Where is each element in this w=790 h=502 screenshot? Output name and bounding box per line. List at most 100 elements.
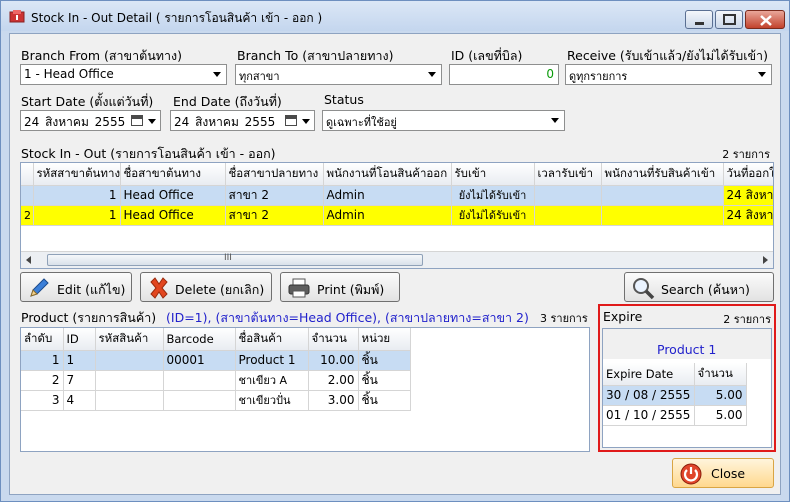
table-cell: Head Office [120, 185, 226, 206]
table-cell: 4 [63, 390, 96, 411]
title-bar[interactable]: Stock In - Out Detail ( รายการโอนสินค้า … [1, 1, 789, 31]
table-cell: 10.00 [308, 350, 359, 371]
stock-grid-count: 2 รายการ [722, 148, 770, 161]
column-header[interactable]: รหัสสาขาต้นทาง [33, 163, 121, 186]
column-header[interactable]: ชื่อสาขาปลายทาง [225, 163, 324, 186]
column-header[interactable]: วันที่ออกใบ [723, 163, 773, 186]
id-field[interactable]: 0 [449, 64, 559, 85]
expire-grid-header: Expire Date จำนวน [603, 363, 747, 386]
scroll-right-icon[interactable] [763, 256, 768, 264]
close-icon [760, 15, 772, 26]
product-grid[interactable]: ลำดับ ID รหัสสินค้า Barcode ชื่อสินค้า จ… [20, 327, 590, 452]
start-date-picker[interactable]: 24 สิงหาคม 2555 [20, 110, 161, 131]
scroll-grip: III [224, 253, 232, 263]
table-cell: Admin [323, 205, 452, 226]
power-icon [680, 463, 702, 485]
stock-grid-header: รหัสสาขาต้นทาง ชื่อสาขาต้นทาง ชื่อสาขาปล… [21, 163, 773, 186]
minimize-button[interactable] [685, 10, 713, 29]
column-header[interactable]: เวลารับเข้า [534, 163, 602, 186]
table-cell [95, 370, 164, 391]
product-grid-title: Product (รายการสินค้า) [21, 310, 157, 325]
table-cell: 1 [33, 185, 121, 206]
calendar-icon[interactable] [131, 115, 143, 126]
table-cell: 30 / 08 / 2555 [603, 385, 695, 406]
branch-to-combo[interactable]: ทุกสาขา [235, 64, 442, 85]
table-cell [163, 370, 236, 391]
end-date-value: 24 สิงหาคม 2555 [174, 115, 276, 129]
column-header[interactable]: จำนวน [694, 363, 747, 386]
table-cell: 3 [21, 390, 64, 411]
table-cell: 3.00 [308, 390, 359, 411]
table-cell: 7 [63, 370, 96, 391]
edit-button[interactable]: Edit (แก้ไข) [20, 272, 132, 302]
expire-grid[interactable]: Product 1 Expire Date จำนวน 30 / 08 / 25… [602, 328, 772, 448]
table-row[interactable]: 01 / 10 / 2555 5.00 [603, 405, 747, 426]
minimize-icon [695, 22, 704, 25]
expire-product-name: Product 1 [657, 342, 717, 357]
branch-to-label: Branch To (สาขาปลายทาง) [237, 48, 394, 63]
window-title: Stock In - Out Detail ( รายการโอนสินค้า … [31, 11, 323, 25]
window-close-button[interactable] [745, 10, 785, 29]
table-cell: ชิ้น [358, 370, 411, 391]
table-cell: 01 / 10 / 2555 [603, 405, 695, 426]
column-header[interactable]: พนักงานที่โอนสินค้าออก [323, 163, 452, 186]
table-row[interactable]: 1 1 00001 Product 1 10.00 ชิ้น [21, 350, 411, 371]
branch-to-value: ทุกสาขา [239, 70, 280, 83]
table-cell [95, 350, 164, 371]
column-header[interactable]: หน่วย [358, 328, 411, 351]
search-button-label: Search (ค้นหา) [661, 282, 750, 297]
table-row[interactable]: 30 / 08 / 2555 5.00 [603, 385, 747, 406]
table-cell: 24 สิงหาค [723, 185, 773, 206]
receive-value: ดูทุกรายการ [569, 70, 628, 83]
status-combo[interactable]: ดูเฉพาะที่ใช้อยู่ [322, 110, 565, 131]
column-header[interactable]: ลำดับ [21, 328, 64, 351]
column-header[interactable] [21, 163, 34, 186]
calendar-icon[interactable] [285, 115, 297, 126]
column-header[interactable]: รหัสสินค้า [95, 328, 164, 351]
chevron-down-icon [148, 119, 156, 124]
column-header[interactable]: จำนวน [308, 328, 359, 351]
column-header[interactable]: พนักงานที่รับสินค้าเข้า [601, 163, 724, 186]
close-button[interactable]: Close [672, 458, 774, 488]
column-header[interactable]: Barcode [163, 328, 236, 351]
table-cell: 5.00 [694, 385, 747, 406]
chevron-down-icon [428, 72, 436, 77]
status-value: ดูเฉพาะที่ใช้อยู่ [326, 116, 397, 129]
id-value: 0 [546, 67, 554, 81]
column-header[interactable]: รับเข้า [451, 163, 535, 186]
table-row[interactable]: 1 Head Office สาขา 2 Admin ยังไม่ได้รับเ… [21, 185, 773, 206]
print-button-label: Print (พิมพ์) [317, 282, 385, 297]
table-row[interactable]: 2 7 ชาเขียว A 2.00 ชิ้น [21, 370, 411, 391]
maximize-button[interactable] [715, 10, 743, 29]
pencil-icon [30, 278, 49, 297]
scroll-left-icon[interactable] [26, 256, 31, 264]
expire-product-band: Product 1 [603, 329, 771, 359]
stock-grid-hscrollbar[interactable]: III [21, 251, 773, 268]
start-date-label: Start Date (ตั้งแต่วันที่) [21, 94, 154, 109]
column-header[interactable]: ชื่อสาขาต้นทาง [120, 163, 226, 186]
table-cell: ชาเขียวปั่น [235, 390, 309, 411]
stock-detail-window: Stock In - Out Detail ( รายการโอนสินค้า … [0, 0, 790, 502]
expire-panel: Expire 2 รายการ Product 1 Expire Date จำ… [598, 304, 776, 452]
scroll-thumb[interactable]: III [47, 253, 423, 266]
table-cell: 2 [21, 205, 34, 226]
end-date-picker[interactable]: 24 สิงหาคม 2555 [170, 110, 315, 131]
print-button[interactable]: Print (พิมพ์) [280, 272, 400, 302]
product-grid-count: 3 รายการ [540, 312, 588, 325]
receive-combo[interactable]: ดูทุกรายการ [565, 64, 772, 85]
column-header[interactable]: ชื่อสินค้า [235, 328, 309, 351]
delete-button-label: Delete (ยกเลิก) [175, 282, 265, 297]
column-header[interactable]: ID [63, 328, 96, 351]
delete-button[interactable]: Delete (ยกเลิก) [140, 272, 272, 302]
branch-from-combo[interactable]: 1 - Head Office [20, 64, 227, 85]
search-button[interactable]: Search (ค้นหา) [624, 272, 774, 302]
table-cell: 2 [21, 370, 64, 391]
table-cell: 24 สิงหาค [723, 205, 773, 226]
product-grid-info: (ID=1), (สาขาต้นทาง=Head Office), (สาขาป… [166, 310, 529, 325]
table-cell [163, 390, 236, 411]
stock-grid[interactable]: รหัสสาขาต้นทาง ชื่อสาขาต้นทาง ชื่อสาขาปล… [20, 162, 774, 269]
column-header[interactable]: Expire Date [603, 363, 695, 386]
table-row[interactable]: 2 1 Head Office สาขา 2 Admin ยังไม่ได้รั… [21, 205, 773, 226]
table-cell: Head Office [120, 205, 226, 226]
table-row[interactable]: 3 4 ชาเขียวปั่น 3.00 ชิ้น [21, 390, 411, 411]
